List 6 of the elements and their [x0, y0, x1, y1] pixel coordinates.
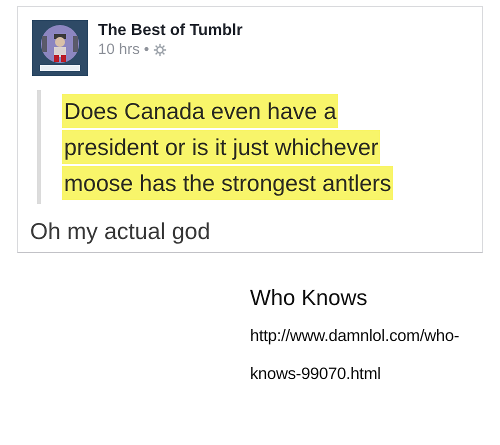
settings-icon[interactable]	[153, 42, 168, 56]
caption-title: Who Knows	[250, 284, 368, 312]
comment-text: Oh my actual god	[30, 217, 212, 246]
author-name[interactable]: The Best of Tumblr	[98, 22, 243, 40]
post-time: 10 hrs •	[98, 41, 150, 58]
caption-link[interactable]: http://www.damnlol.com/who-knows-99070.html	[250, 317, 498, 393]
